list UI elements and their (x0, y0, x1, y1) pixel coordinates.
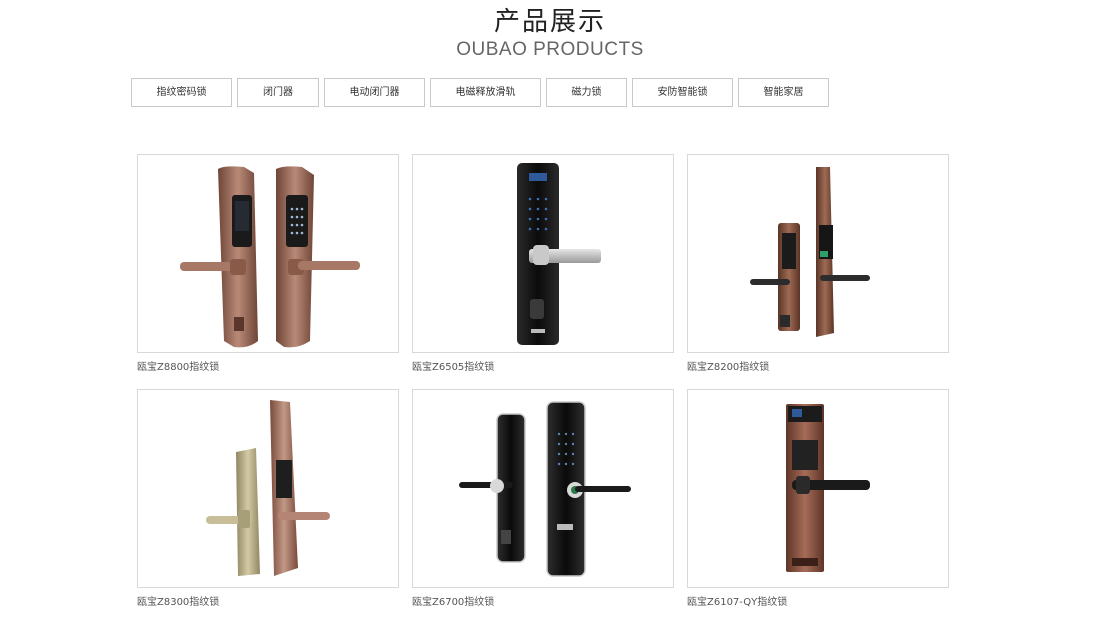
product-image[interactable] (412, 154, 674, 353)
section-heading: 产品展示 OUBAO PRODUCTS (0, 6, 1100, 62)
lock-pair-icon (180, 166, 360, 348)
product-image[interactable] (137, 154, 399, 353)
product-card[interactable]: 瓯宝Z8800指纹锁 (137, 154, 399, 374)
product-name[interactable]: 瓯宝Z8800指纹锁 (137, 362, 399, 374)
tab-magnetic-lock[interactable]: 磁力锁 (546, 78, 627, 107)
lock-single-icon (786, 404, 870, 572)
section-title-cn: 产品展示 (493, 7, 606, 37)
lock-single-icon (517, 163, 601, 345)
section-title-en: OUBAO PRODUCTS (456, 39, 644, 60)
lock-pair-icon (206, 400, 330, 576)
products-page: 产品展示 OUBAO PRODUCTS 指纹密码锁 闭门器 电动闭门器 电磁释放… (0, 0, 1100, 618)
tab-electric-door-closer[interactable]: 电动闭门器 (324, 78, 425, 107)
tab-smart-home[interactable]: 智能家居 (738, 78, 829, 107)
tab-fingerprint-lock[interactable]: 指纹密码锁 (131, 78, 232, 107)
product-card[interactable]: 瓯宝Z6107-QY指纹锁 (687, 389, 949, 609)
product-name[interactable]: 瓯宝Z8200指纹锁 (687, 362, 949, 374)
product-image[interactable] (687, 389, 949, 588)
product-card[interactable]: 瓯宝Z6700指纹锁 (412, 389, 674, 609)
product-name[interactable]: 瓯宝Z6107-QY指纹锁 (687, 597, 949, 609)
product-name[interactable]: 瓯宝Z8300指纹锁 (137, 597, 399, 609)
product-card[interactable]: 瓯宝Z8300指纹锁 (137, 389, 399, 609)
lock-pair-icon (750, 167, 870, 337)
tab-security-smart-lock[interactable]: 安防智能锁 (632, 78, 733, 107)
tab-magnetic-release-rail[interactable]: 电磁释放滑轨 (430, 78, 541, 107)
product-card[interactable]: 瓯宝Z6505指纹锁 (412, 154, 674, 374)
lock-pair-icon (459, 401, 631, 577)
product-image[interactable] (687, 154, 949, 353)
product-image[interactable] (137, 389, 399, 588)
product-card[interactable]: 瓯宝Z8200指纹锁 (687, 154, 949, 374)
product-image[interactable] (412, 389, 674, 588)
product-name[interactable]: 瓯宝Z6505指纹锁 (412, 362, 674, 374)
category-tabs: 指纹密码锁 闭门器 电动闭门器 电磁释放滑轨 磁力锁 安防智能锁 智能家居 (0, 78, 1100, 107)
tab-door-closer[interactable]: 闭门器 (237, 78, 319, 107)
product-name[interactable]: 瓯宝Z6700指纹锁 (412, 597, 674, 609)
